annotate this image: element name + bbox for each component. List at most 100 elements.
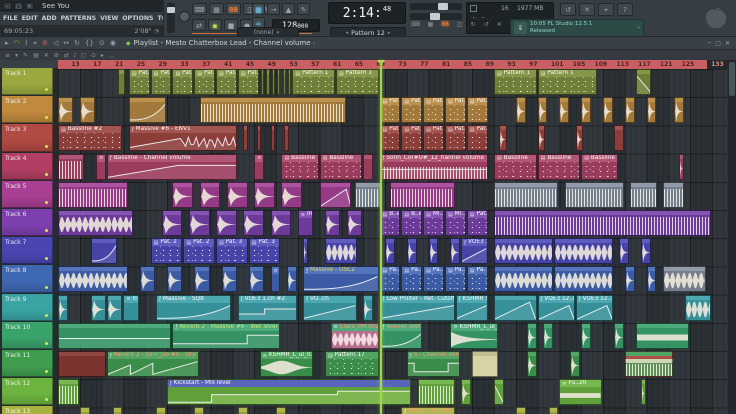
clip-pat-6[interactable]: ▤Pat. 6 xyxy=(194,69,216,95)
speaker-icon[interactable]: ◁ xyxy=(53,39,58,48)
track-enable-dot[interactable] xyxy=(45,229,48,233)
clip-hit[interactable] xyxy=(270,210,292,236)
clip-low-philter-ret-cutoff-frequency[interactable]: ƒLow Philter - Ret. Cutoff frequency xyxy=(379,294,455,321)
master-knob[interactable] xyxy=(179,11,190,22)
pattern-mode-icon[interactable]: ▦ xyxy=(428,21,434,29)
pl-menu-icon[interactable]: ≡ xyxy=(5,52,10,59)
clip-mini[interactable] xyxy=(237,407,248,414)
clip-hit[interactable] xyxy=(641,379,646,406)
clip-pa-0[interactable]: ▤Pa..0 xyxy=(379,266,401,293)
clip-pattern-17[interactable]: ▤ Pattern 17 xyxy=(325,351,379,377)
clip-pat-1[interactable]: ▤Pat. 1 xyxy=(444,97,466,124)
news-panel[interactable]: ⇓ 10:05 FL Studio 12.5.1 Released › xyxy=(510,19,644,37)
clip-mini[interactable] xyxy=(266,69,270,95)
clip-bassline-2[interactable]: ▤Bassline #2 xyxy=(58,125,123,152)
clip-bassline[interactable]: ▤ Bassline xyxy=(537,153,581,180)
clip-hit[interactable] xyxy=(58,97,74,124)
track-enable-dot[interactable] xyxy=(45,116,48,120)
mute-icon[interactable]: ⊘ xyxy=(42,39,48,48)
sync-icon[interactable]: ↺ xyxy=(484,21,489,29)
clip-wave[interactable] xyxy=(58,266,128,293)
clip-hit[interactable] xyxy=(406,238,417,265)
track-enable-dot[interactable] xyxy=(45,313,48,317)
clip-pat-3[interactable]: ▤Pat. 3 xyxy=(379,125,401,152)
pl-zoom-icon[interactable]: ⊙ xyxy=(91,52,96,59)
clip-bassline-channel-volume[interactable]: ƒ Bassline - Channel volume xyxy=(107,153,237,180)
track-header-2[interactable]: Track 2 xyxy=(2,96,53,124)
clip-wave[interactable] xyxy=(553,266,613,293)
clip-clara-pm-002[interactable]: ≡ Clara_PM 002 xyxy=(330,322,379,349)
clip-hit[interactable] xyxy=(346,210,363,236)
clip-auto[interactable] xyxy=(494,294,537,321)
led-display-icon[interactable]: 88 xyxy=(441,21,449,29)
track-header-12[interactable]: Track 12 xyxy=(2,378,53,406)
clip-pat-4[interactable]: ▤Pat. 4 xyxy=(423,125,444,152)
mouse-icon[interactable]: ⌖ xyxy=(33,39,37,48)
overdub-icon[interactable]: ↻ xyxy=(471,21,476,29)
clip-auto[interactable] xyxy=(494,379,504,406)
clip-mini[interactable] xyxy=(271,69,275,95)
clip-hit[interactable] xyxy=(363,294,374,321)
clip-5-channel-volume[interactable]: ƒ5 - Channel volume xyxy=(406,351,461,377)
clip-pat-2[interactable]: ▤ Pat. 2 xyxy=(150,238,183,265)
track-header-5[interactable]: Track 5 xyxy=(2,180,53,208)
clip-mini[interactable] xyxy=(260,69,265,95)
clip-block[interactable] xyxy=(58,351,107,377)
clip-hit[interactable] xyxy=(248,266,265,293)
clip-mini[interactable] xyxy=(112,407,123,414)
clip-hit[interactable] xyxy=(450,238,461,265)
clip-wave[interactable] xyxy=(553,238,613,265)
track-header-10[interactable]: Track 10 xyxy=(2,321,53,349)
clip-hit[interactable] xyxy=(428,238,439,265)
clip-mini[interactable] xyxy=(276,407,286,414)
clip-hit[interactable] xyxy=(624,266,635,293)
clip-massive-osc2[interactable]: ƒ Massive - OSC2 xyxy=(303,266,379,293)
cut-icon[interactable]: ✕ xyxy=(497,21,502,29)
clip-reverb-2-sinn-go-5-dry-level[interactable]: ƒReverb 2 - Sinn_Go #5 - Dry level xyxy=(107,351,199,377)
follow-icon[interactable]: → xyxy=(267,3,280,15)
clip-hit[interactable] xyxy=(581,97,592,124)
clip-mi-ss[interactable]: ▤Mi..ss xyxy=(423,210,444,236)
clip-bassline[interactable]: ▤ Bassline xyxy=(281,153,319,180)
clip-wave[interactable] xyxy=(662,266,706,293)
clip-hit[interactable] xyxy=(679,153,684,180)
record-arm-icon[interactable]: ◠ xyxy=(14,39,20,48)
track-header-6[interactable]: Track 6 xyxy=(2,209,53,237)
clip-hit[interactable] xyxy=(216,210,237,236)
clip-auto[interactable] xyxy=(128,97,166,124)
track-enable-dot[interactable] xyxy=(45,285,48,289)
track-enable-dot[interactable] xyxy=(45,257,48,261)
clip-hit[interactable] xyxy=(325,210,341,236)
track-header-7[interactable]: Track 7 xyxy=(2,237,53,265)
clip-hit[interactable] xyxy=(499,125,507,152)
minimize-icon[interactable]: – xyxy=(3,2,12,10)
slide-icon[interactable]: ✎ xyxy=(297,3,310,15)
clip-mini[interactable] xyxy=(156,407,166,414)
menu-item-view[interactable]: VIEW xyxy=(100,15,118,22)
clip-voe3-1-ch-2[interactable]: ƒVOE3 1..ch #2 xyxy=(461,238,488,265)
clip-hit[interactable] xyxy=(107,294,123,321)
snap-icon[interactable]: ⌇ xyxy=(25,39,28,48)
clip-pat-4[interactable]: ▤Pat. 4 xyxy=(444,125,466,152)
clip-pat-2[interactable]: ▤ Pat. 2 xyxy=(183,238,216,265)
clip-auto[interactable] xyxy=(635,69,652,95)
plugin-icon[interactable]: ⌖ xyxy=(598,3,614,16)
clip-hit[interactable] xyxy=(243,210,265,236)
clip-kickstart-mix-level[interactable]: ƒ Kickstart - Mix level xyxy=(167,379,412,406)
clip-hit[interactable] xyxy=(646,97,657,124)
pointer-icon[interactable]: ▸ xyxy=(5,39,9,48)
clip-hit[interactable] xyxy=(90,294,107,321)
clip-inc[interactable]: ≡Inc xyxy=(123,294,139,321)
track-header-8[interactable]: Track 8 xyxy=(2,265,53,293)
clip-pattern-1[interactable]: ▤ Pattern 1 xyxy=(335,69,379,95)
clip-pat-3[interactable]: ▤Pat. 3 xyxy=(216,238,248,265)
clip-comb[interactable] xyxy=(494,210,711,236)
clip-block[interactable] xyxy=(472,351,499,377)
clip-pat-6[interactable]: ▤Pat. 6 xyxy=(150,69,172,95)
clip-hit[interactable] xyxy=(79,97,96,124)
clip-voe3-12-itch-4[interactable]: ƒVOE3 12..itch #4 xyxy=(537,294,575,321)
clip-comb[interactable] xyxy=(390,181,455,208)
track-header-13[interactable]: Track 13 xyxy=(2,406,53,414)
clip-mini[interactable] xyxy=(613,125,624,152)
monitor-icon[interactable]: ◉ xyxy=(110,39,116,48)
